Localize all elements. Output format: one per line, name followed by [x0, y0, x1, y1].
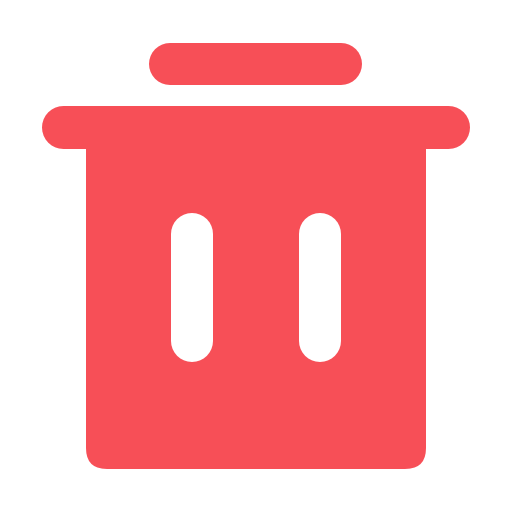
trash-body — [86, 130, 426, 469]
trash-slot-left — [171, 213, 213, 362]
trash-can-icon — [42, 43, 470, 469]
trash-slot-right — [299, 213, 341, 362]
trash-lid-handle — [149, 43, 362, 85]
icon-canvas — [0, 0, 512, 512]
